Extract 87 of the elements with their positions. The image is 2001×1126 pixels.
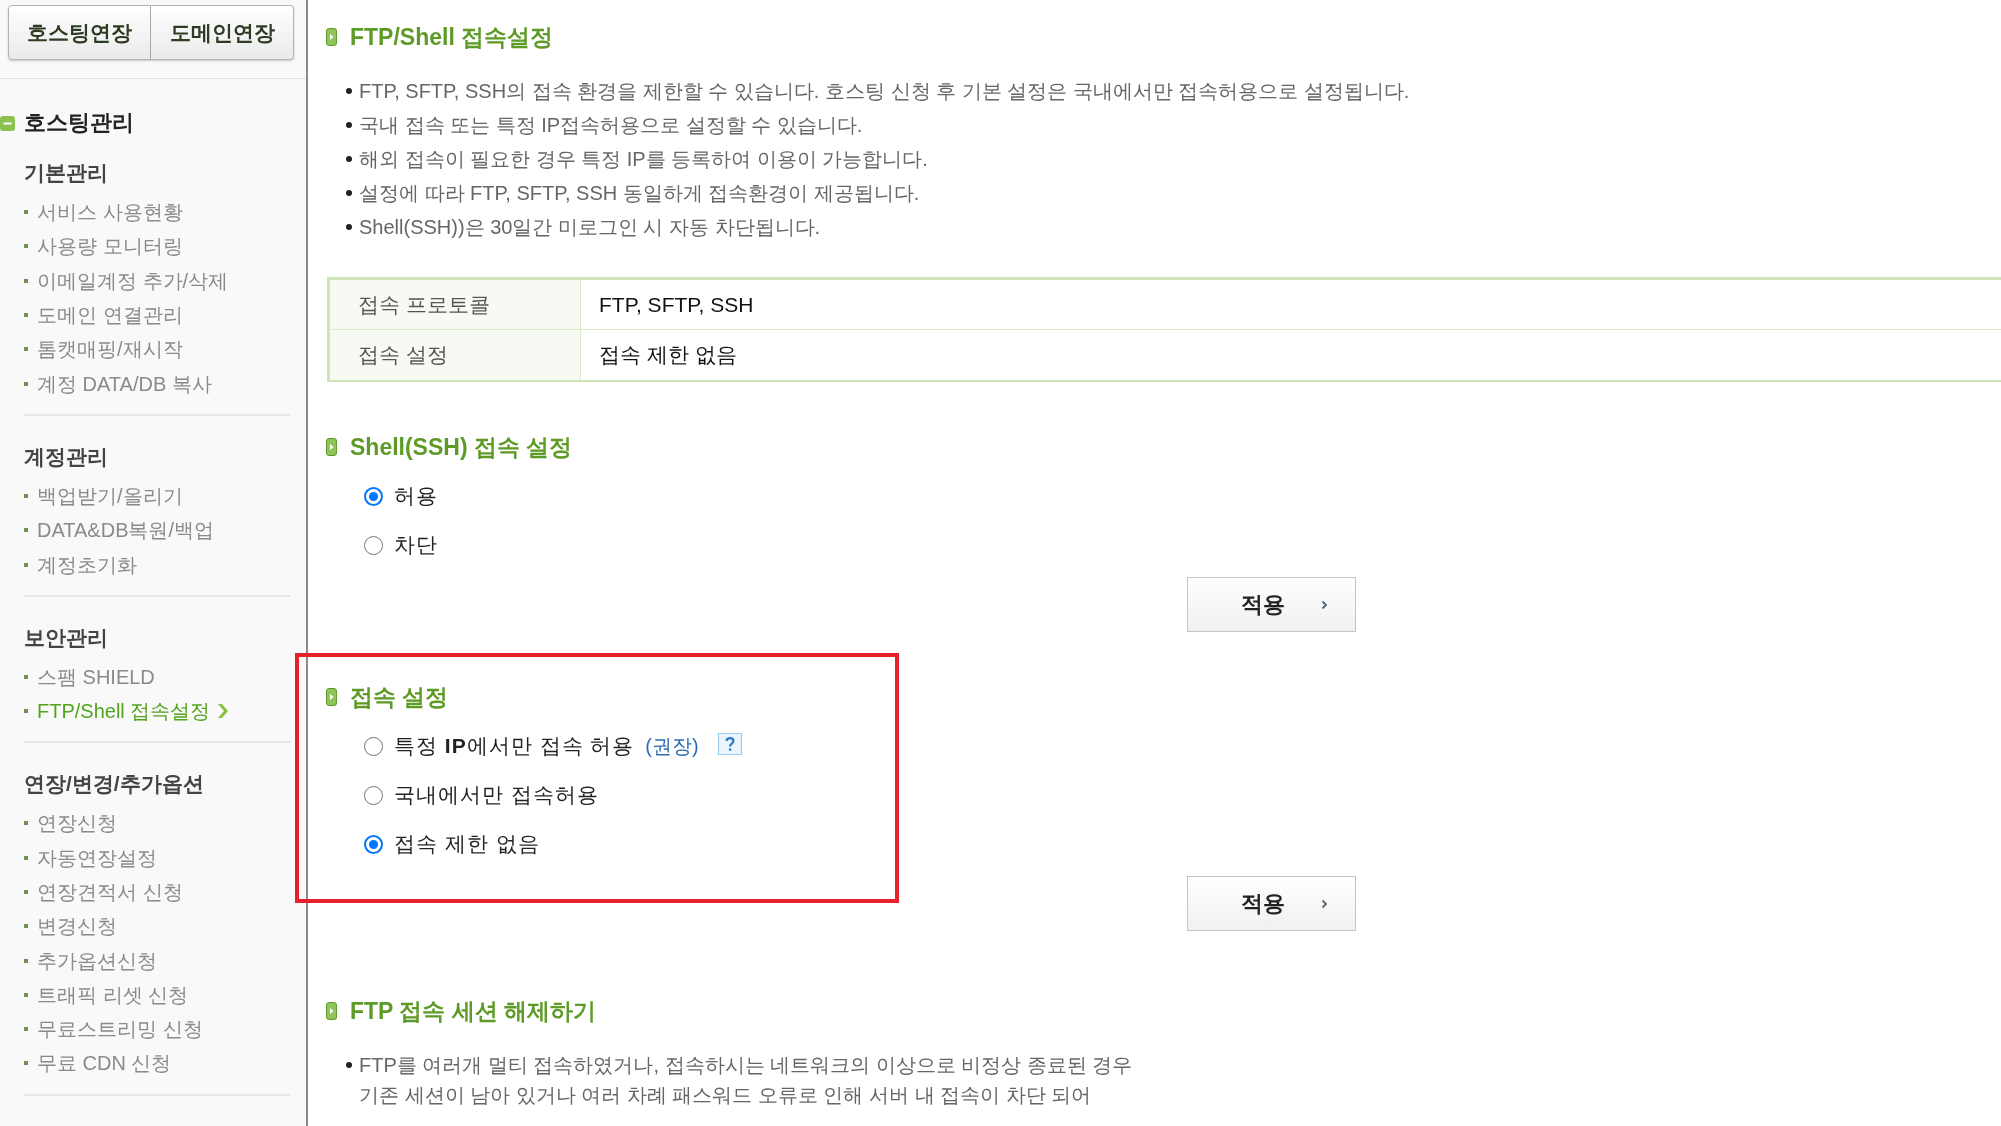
radio-label[interactable]: 접속 제한 없음 <box>394 828 540 860</box>
sidebar-link[interactable]: 무료스트리밍 신청 <box>37 1014 203 1045</box>
bullet-icon <box>24 674 28 679</box>
sidebar-link[interactable]: 연장견적서 신청 <box>37 877 183 907</box>
sidebar-heading: 호스팅관리 <box>24 110 134 136</box>
bullet-icon <box>346 88 352 94</box>
radio-button[interactable] <box>364 535 383 555</box>
sidebar-link[interactable]: 백업받기/올리기 <box>37 480 183 511</box>
chevron-right-icon <box>1321 599 1328 610</box>
sidebar-link[interactable]: 계정초기화 <box>37 549 137 580</box>
minus-icon[interactable] <box>0 115 15 131</box>
top-nav-button[interactable]: 호스팅연장 <box>8 5 151 60</box>
bullet-icon <box>24 1061 28 1066</box>
bullet-icon <box>24 958 28 963</box>
bullet-icon <box>24 528 28 533</box>
bullet-icon <box>24 381 28 386</box>
radio-label[interactable]: 국내에서만 접속허용 <box>394 779 599 811</box>
sidebar-link[interactable]: 트래픽 리셋 신청 <box>37 979 189 1010</box>
chevron-right-icon <box>218 704 229 719</box>
apply-button[interactable]: 적용 <box>1187 876 1356 931</box>
section-marker-icon <box>326 438 337 456</box>
apply-button[interactable]: 적용 <box>1187 577 1356 632</box>
radio-label[interactable]: 차단 <box>394 529 438 561</box>
sidebar-link[interactable]: FTP/Shell 접속설정 <box>37 696 211 727</box>
menu-group-title: 보안관리 <box>24 624 109 651</box>
radio-button[interactable] <box>364 834 383 854</box>
bullet-icon <box>24 992 28 997</box>
sidebar-link[interactable]: 서비스 사용현황 <box>37 197 183 228</box>
sidebar-link[interactable]: 자동연장설정 <box>37 842 157 873</box>
info-text: 설정에 따라 FTP, SFTP, SSH 동일하게 접속환경이 제공됩니다. <box>359 181 920 206</box>
bullet-icon <box>24 210 28 215</box>
radio-button[interactable] <box>364 785 383 805</box>
info-text: FTP를 여러개 멀티 접속하였거나, 접속하시는 네트워크의 이상으로 비정상 종료된 경우 기존 세션이 남아 있거나 여러 차례 패스워드 오류로 인해 서버 내 접속이 차단 되어 <box>359 1053 1133 1108</box>
info-text: 해외 접속이 필요한 경우 특정 IP를 등록하여 이용이 가능합니다. <box>359 147 928 172</box>
table-cell-text: FTP, SFTP, SSH <box>598 291 755 318</box>
bullet-icon <box>24 493 28 498</box>
info-text: FTP, SFTP, SSH의 접속 환경을 제한할 수 있습니다. 호스팅 신청 후 기본 설정은 국내에서만 접속허용으로 설정됩니다. <box>359 79 1410 104</box>
sidebar-link[interactable]: 스팸 SHIELD <box>37 661 155 692</box>
bullet-icon <box>24 244 28 249</box>
table-header-cell: 접속 설정 <box>330 330 581 380</box>
sidebar-link[interactable]: 무료 CDN 신청 <box>37 1048 172 1079</box>
section-marker-icon <box>326 1002 337 1020</box>
table-header-cell: 접속 프로토콜 <box>330 280 581 329</box>
bullet-icon <box>24 709 28 714</box>
bullet-icon <box>24 347 28 352</box>
bullet-icon <box>346 224 352 230</box>
bullet-icon <box>24 924 28 929</box>
table-cell-text: 접속 제한 없음 <box>598 342 738 369</box>
sidebar-link[interactable]: DATA&DB복원/백업 <box>37 515 215 546</box>
sidebar-link[interactable]: 이메일계정 추가/삭제 <box>37 265 229 296</box>
radio-button[interactable] <box>364 486 383 506</box>
sidebar-link[interactable]: 연장신청 <box>37 808 117 839</box>
sidebar-link[interactable]: 사용량 모니터링 <box>37 231 183 262</box>
radio-button[interactable] <box>364 736 383 756</box>
section-title: FTP/Shell 접속설정 <box>350 23 554 52</box>
bullet-icon <box>346 156 352 162</box>
sidebar-link[interactable]: 톰캣매핑/재시작 <box>37 334 183 365</box>
bullet-icon <box>24 855 28 860</box>
bullet-icon <box>346 190 352 196</box>
info-text: 국내 접속 또는 특정 IP접속허용으로 설정할 수 있습니다. <box>359 113 863 138</box>
radio-label[interactable]: 특정 IP에서만 접속 허용 <box>394 730 635 762</box>
info-text: Shell(SSH))은 30일간 미로그인 시 자동 차단됩니다. <box>359 215 821 240</box>
section-marker-icon <box>326 28 337 46</box>
help-icon[interactable] <box>717 733 742 755</box>
bullet-icon <box>24 1027 28 1032</box>
sidebar-link[interactable]: 변경신청 <box>37 911 117 942</box>
top-nav-button[interactable]: 도메인연장 <box>151 5 294 60</box>
section-title: 접속 설정 <box>350 683 449 712</box>
recommended-note: (권장) <box>645 734 699 759</box>
menu-group-title: 계정관리 <box>24 443 109 470</box>
sidebar-link[interactable]: 도메인 연결관리 <box>37 300 183 331</box>
bullet-icon <box>24 562 28 567</box>
radio-label[interactable]: 허용 <box>394 480 438 512</box>
bullet-icon <box>346 1062 352 1068</box>
bullet-icon <box>24 278 28 283</box>
sidebar-link[interactable]: 계정 DATA/DB 복사 <box>37 368 212 399</box>
sidebar-link[interactable]: 추가옵션신청 <box>37 945 157 976</box>
bullet-icon <box>24 313 28 318</box>
menu-group-title: 연장/변경/추가옵션 <box>24 771 205 798</box>
menu-group-title: 기본관리 <box>24 160 109 186</box>
section-marker-icon <box>326 688 337 706</box>
bullet-icon <box>346 122 352 128</box>
section-title: FTP 접속 세션 해제하기 <box>350 997 597 1026</box>
chevron-right-icon <box>1321 898 1328 909</box>
bullet-icon <box>24 821 28 826</box>
bullet-icon <box>24 890 28 894</box>
section-title: Shell(SSH) 접속 설정 <box>350 433 573 462</box>
